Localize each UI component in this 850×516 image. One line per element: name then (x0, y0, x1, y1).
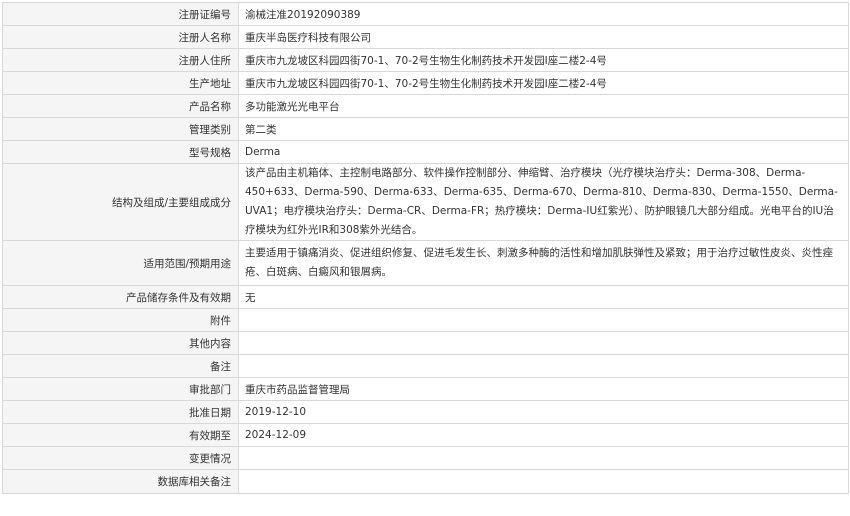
field-label: 适用范围/预期用途 (2, 240, 239, 286)
table-row-approval-date: 批准日期 2019-12-10 (2, 400, 849, 424)
field-label: 变更情况 (2, 446, 239, 470)
field-label: 附件 (2, 308, 239, 332)
table-row-structure-composition: 结构及组成/主要组成成分 该产品由主机箱体、主控制电路部分、软件操作控制部分、伸… (2, 163, 849, 241)
field-label: 产品名称 (2, 94, 239, 118)
table-row-registrant-address: 注册人住所 重庆市九龙坡区科园四街70-1、70-2号生物生化制药技术开发园Ⅰ座… (2, 48, 849, 72)
table-row-approval-department: 审批部门 重庆市药品监督管理局 (2, 377, 849, 401)
field-label: 结构及组成/主要组成成分 (2, 163, 239, 241)
field-label: 注册证编号 (2, 2, 239, 26)
field-value: 多功能激光光电平台 (238, 94, 849, 118)
field-label: 有效期至 (2, 423, 239, 447)
field-value (238, 308, 849, 332)
field-label: 审批部门 (2, 377, 239, 401)
table-row-management-category: 管理类别 第二类 (2, 117, 849, 141)
field-label: 备注 (2, 354, 239, 378)
table-row-registration-number: 注册证编号 渝械注准20192090389 (2, 2, 849, 26)
registration-detail-table: 注册证编号 渝械注准20192090389 注册人名称 重庆半岛医疗科技有限公司… (2, 2, 849, 494)
table-row-production-address: 生产地址 重庆市九龙坡区科园四街70-1、70-2号生物生化制药技术开发园Ⅰ座二… (2, 71, 849, 95)
field-value: 重庆市药品监督管理局 (238, 377, 849, 401)
field-value: 2019-12-10 (238, 400, 849, 424)
field-value: 重庆市九龙坡区科园四街70-1、70-2号生物生化制药技术开发园Ⅰ座二楼2-4号 (238, 48, 849, 72)
table-row-storage-validity: 产品储存条件及有效期 无 (2, 285, 849, 309)
field-label: 注册人名称 (2, 25, 239, 49)
table-row-remarks: 备注 (2, 354, 849, 378)
table-row-registrant-name: 注册人名称 重庆半岛医疗科技有限公司 (2, 25, 849, 49)
field-value: 2024-12-09 (238, 423, 849, 447)
table-row-valid-until: 有效期至 2024-12-09 (2, 423, 849, 447)
field-value (238, 469, 849, 494)
field-label: 注册人住所 (2, 48, 239, 72)
field-value: 第二类 (238, 117, 849, 141)
field-value (238, 446, 849, 470)
field-label: 其他内容 (2, 331, 239, 355)
field-label: 批准日期 (2, 400, 239, 424)
field-label: 产品储存条件及有效期 (2, 285, 239, 309)
field-value: 重庆半岛医疗科技有限公司 (238, 25, 849, 49)
table-row-change-history: 变更情况 (2, 446, 849, 470)
field-value (238, 354, 849, 378)
field-label: 型号规格 (2, 140, 239, 164)
table-row-product-name: 产品名称 多功能激光光电平台 (2, 94, 849, 118)
field-value: 主要适用于镇痛消炎、促进组织修复、促进毛发生长、刺激多种酶的活性和增加肌肤弹性及… (238, 240, 849, 286)
field-label: 生产地址 (2, 71, 239, 95)
field-value: 渝械注准20192090389 (238, 2, 849, 26)
table-row-attachments: 附件 (2, 308, 849, 332)
field-value: 重庆市九龙坡区科园四街70-1、70-2号生物生化制药技术开发园Ⅰ座二楼2-4号 (238, 71, 849, 95)
field-label: 管理类别 (2, 117, 239, 141)
field-value: 无 (238, 285, 849, 309)
field-value (238, 331, 849, 355)
table-row-model-spec: 型号规格 Derma (2, 140, 849, 164)
field-value: 该产品由主机箱体、主控制电路部分、软件操作控制部分、伸缩臂、治疗模块（光疗模块治… (238, 163, 849, 241)
table-row-database-remarks: 数据库相关备注 (2, 469, 849, 494)
field-value: Derma (238, 140, 849, 164)
table-row-intended-use: 适用范围/预期用途 主要适用于镇痛消炎、促进组织修复、促进毛发生长、刺激多种酶的… (2, 240, 849, 286)
field-label: 数据库相关备注 (2, 469, 239, 494)
table-row-other-content: 其他内容 (2, 331, 849, 355)
